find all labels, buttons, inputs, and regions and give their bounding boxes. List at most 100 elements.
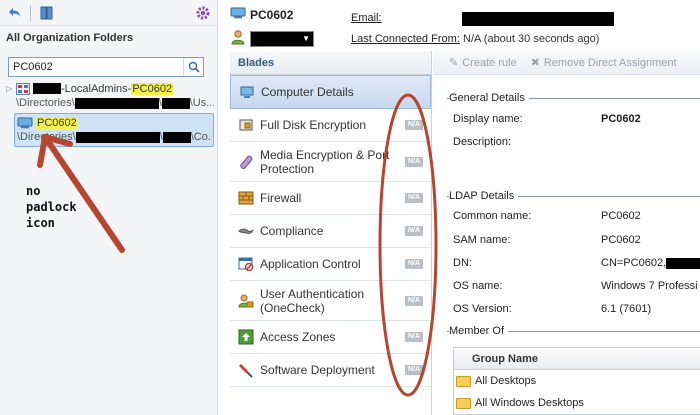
folder-icon bbox=[456, 375, 471, 387]
last-connected-link[interactable]: Last Connected From: bbox=[351, 33, 460, 45]
redaction bbox=[162, 131, 191, 143]
tree-item-label: -LocalAdmins- bbox=[61, 82, 132, 95]
organization-panel: All Organization Folders PC0602 ▷ -Local… bbox=[0, 0, 218, 415]
search-highlight: PC0602 bbox=[36, 116, 78, 129]
na-badge: N/A bbox=[405, 120, 423, 130]
disk-encryption-icon bbox=[238, 117, 254, 133]
remove-assignment-label: Remove Direct Assignment bbox=[543, 57, 677, 69]
na-badge: N/A bbox=[405, 295, 423, 306]
firewall-icon bbox=[238, 190, 254, 206]
create-rule-button[interactable]: ✎ Create rule bbox=[449, 56, 517, 69]
path-tail: \Us... bbox=[189, 97, 214, 109]
group-name: All Windows Desktops bbox=[475, 397, 584, 409]
blade-computer-details[interactable]: Computer Details bbox=[230, 75, 431, 109]
os-name-value: Windows 7 Professi bbox=[601, 280, 698, 292]
na-badge: N/A bbox=[405, 259, 423, 269]
app-window: All Organization Folders PC0602 ▷ -Local… bbox=[0, 0, 700, 415]
redaction bbox=[161, 97, 190, 109]
remove-icon: ✖ bbox=[530, 57, 540, 69]
tree-item-group[interactable]: ▷ -LocalAdmins- PC0602 \Directories\ \ \Us… bbox=[6, 81, 214, 111]
general-details-title: General Details bbox=[449, 92, 529, 104]
tree-item-computer[interactable]: PC0602 \Directories\\\Co... bbox=[14, 113, 214, 147]
user-selector[interactable]: ▼ bbox=[230, 29, 314, 48]
access-zones-icon bbox=[238, 329, 254, 345]
common-name-label: Common name: bbox=[453, 210, 532, 222]
search-value: PC0602 bbox=[13, 61, 53, 73]
na-badge: N/A bbox=[405, 156, 423, 167]
redaction bbox=[74, 97, 159, 109]
blade-access-zones[interactable]: Access Zones N/A bbox=[230, 321, 431, 354]
blade-full-disk-encryption[interactable]: Full Disk Encryption N/A bbox=[230, 109, 431, 142]
folder-icon bbox=[456, 397, 471, 409]
toolbar-separator bbox=[30, 4, 31, 21]
na-badge: N/A bbox=[405, 332, 423, 342]
common-name-value: PC0602 bbox=[601, 210, 641, 222]
description-label: Description: bbox=[453, 136, 512, 148]
dn-value: CN=PC0602, bbox=[601, 257, 700, 269]
table-row[interactable]: All Desktops bbox=[454, 370, 700, 392]
display-name-label: Display name: bbox=[453, 113, 523, 125]
computer-title: PC0602 bbox=[230, 7, 293, 22]
blade-compliance[interactable]: Compliance N/A bbox=[230, 215, 431, 248]
details-panel: ✎ Create rule ✖ Remove Direct Assignment G… bbox=[433, 51, 700, 415]
display-name-value: PC0602 bbox=[601, 113, 641, 125]
user-icon bbox=[230, 29, 246, 48]
os-version-value: 6.1 (7601) bbox=[601, 303, 652, 315]
annotation-note: no padlock icon bbox=[26, 183, 77, 231]
computer-name: PC0602 bbox=[250, 7, 294, 22]
os-version-label: OS Version: bbox=[453, 303, 512, 315]
group-name: All Desktops bbox=[475, 375, 537, 387]
blade-user-authentication[interactable]: User Authentication (OneCheck) N/A bbox=[230, 281, 431, 321]
blade-software-deployment[interactable]: Software Deployment N/A bbox=[230, 354, 431, 387]
dn-text: CN=PC0602, bbox=[601, 257, 667, 269]
left-toolbar bbox=[0, 0, 217, 26]
remove-assignment-button[interactable]: ✖ Remove Direct Assignment bbox=[531, 56, 677, 69]
blade-firewall[interactable]: Firewall N/A bbox=[230, 182, 431, 215]
blade-media-encryption[interactable]: Media Encryption & Port Protection N/A bbox=[230, 142, 431, 182]
ldap-details-title: LDAP Details bbox=[449, 190, 519, 202]
computer-header: PC0602 ▼ Email: Last Connected From: N/A… bbox=[218, 0, 700, 50]
gear-icon[interactable] bbox=[193, 3, 213, 23]
na-badge: N/A bbox=[405, 193, 423, 203]
expand-arrow-icon[interactable]: ▷ bbox=[6, 84, 16, 93]
blade-application-control[interactable]: Application Control N/A bbox=[230, 248, 431, 281]
tree-item-path: \Directories\ bbox=[17, 131, 76, 143]
annotation-line: padlock bbox=[26, 200, 77, 214]
member-of-table: Group Name All Desktops All Windows Desk… bbox=[453, 347, 700, 415]
blades-title: Blades bbox=[230, 51, 431, 75]
redaction bbox=[33, 83, 61, 94]
na-badge: N/A bbox=[405, 365, 423, 375]
sam-name-value: PC0602 bbox=[601, 234, 641, 246]
edit-icon: ✎ bbox=[449, 57, 459, 69]
last-connected-value: N/A (about 30 seconds ago) bbox=[463, 33, 600, 45]
media-encryption-icon bbox=[238, 154, 254, 170]
member-of-title: Member Of bbox=[449, 325, 509, 337]
create-rule-label: Create rule bbox=[462, 57, 517, 69]
table-row[interactable]: All Windows Desktops bbox=[454, 392, 700, 414]
annotation-line: icon bbox=[26, 216, 55, 230]
search-input[interactable]: PC0602 bbox=[8, 57, 204, 77]
compliance-icon bbox=[238, 223, 254, 239]
sam-name-label: SAM name: bbox=[453, 234, 511, 246]
email-link[interactable]: Email: bbox=[351, 12, 382, 24]
back-icon[interactable] bbox=[4, 3, 24, 23]
book-icon[interactable] bbox=[37, 3, 57, 23]
na-badge: N/A bbox=[405, 226, 423, 236]
annotation-line: no bbox=[26, 184, 41, 198]
group-icon bbox=[16, 82, 30, 95]
chevron-down-icon: ▼ bbox=[302, 34, 310, 43]
user-dropdown[interactable]: ▼ bbox=[250, 30, 314, 47]
os-name-label: OS name: bbox=[453, 280, 503, 292]
blades-panel: Blades Computer Details Full Disk Encryp… bbox=[230, 51, 432, 415]
computer-icon bbox=[17, 117, 33, 129]
blade-label: Computer Details bbox=[261, 85, 354, 99]
details-toolbar: ✎ Create rule ✖ Remove Direct Assignment bbox=[433, 51, 700, 75]
application-control-icon bbox=[238, 256, 254, 272]
path-tail: \Co... bbox=[190, 131, 211, 143]
computer-details-icon bbox=[239, 84, 255, 100]
computer-icon bbox=[230, 7, 246, 22]
column-header[interactable]: Group Name bbox=[454, 348, 700, 370]
software-deployment-icon bbox=[238, 362, 254, 378]
dn-label: DN: bbox=[453, 257, 472, 269]
search-icon[interactable] bbox=[183, 58, 203, 76]
